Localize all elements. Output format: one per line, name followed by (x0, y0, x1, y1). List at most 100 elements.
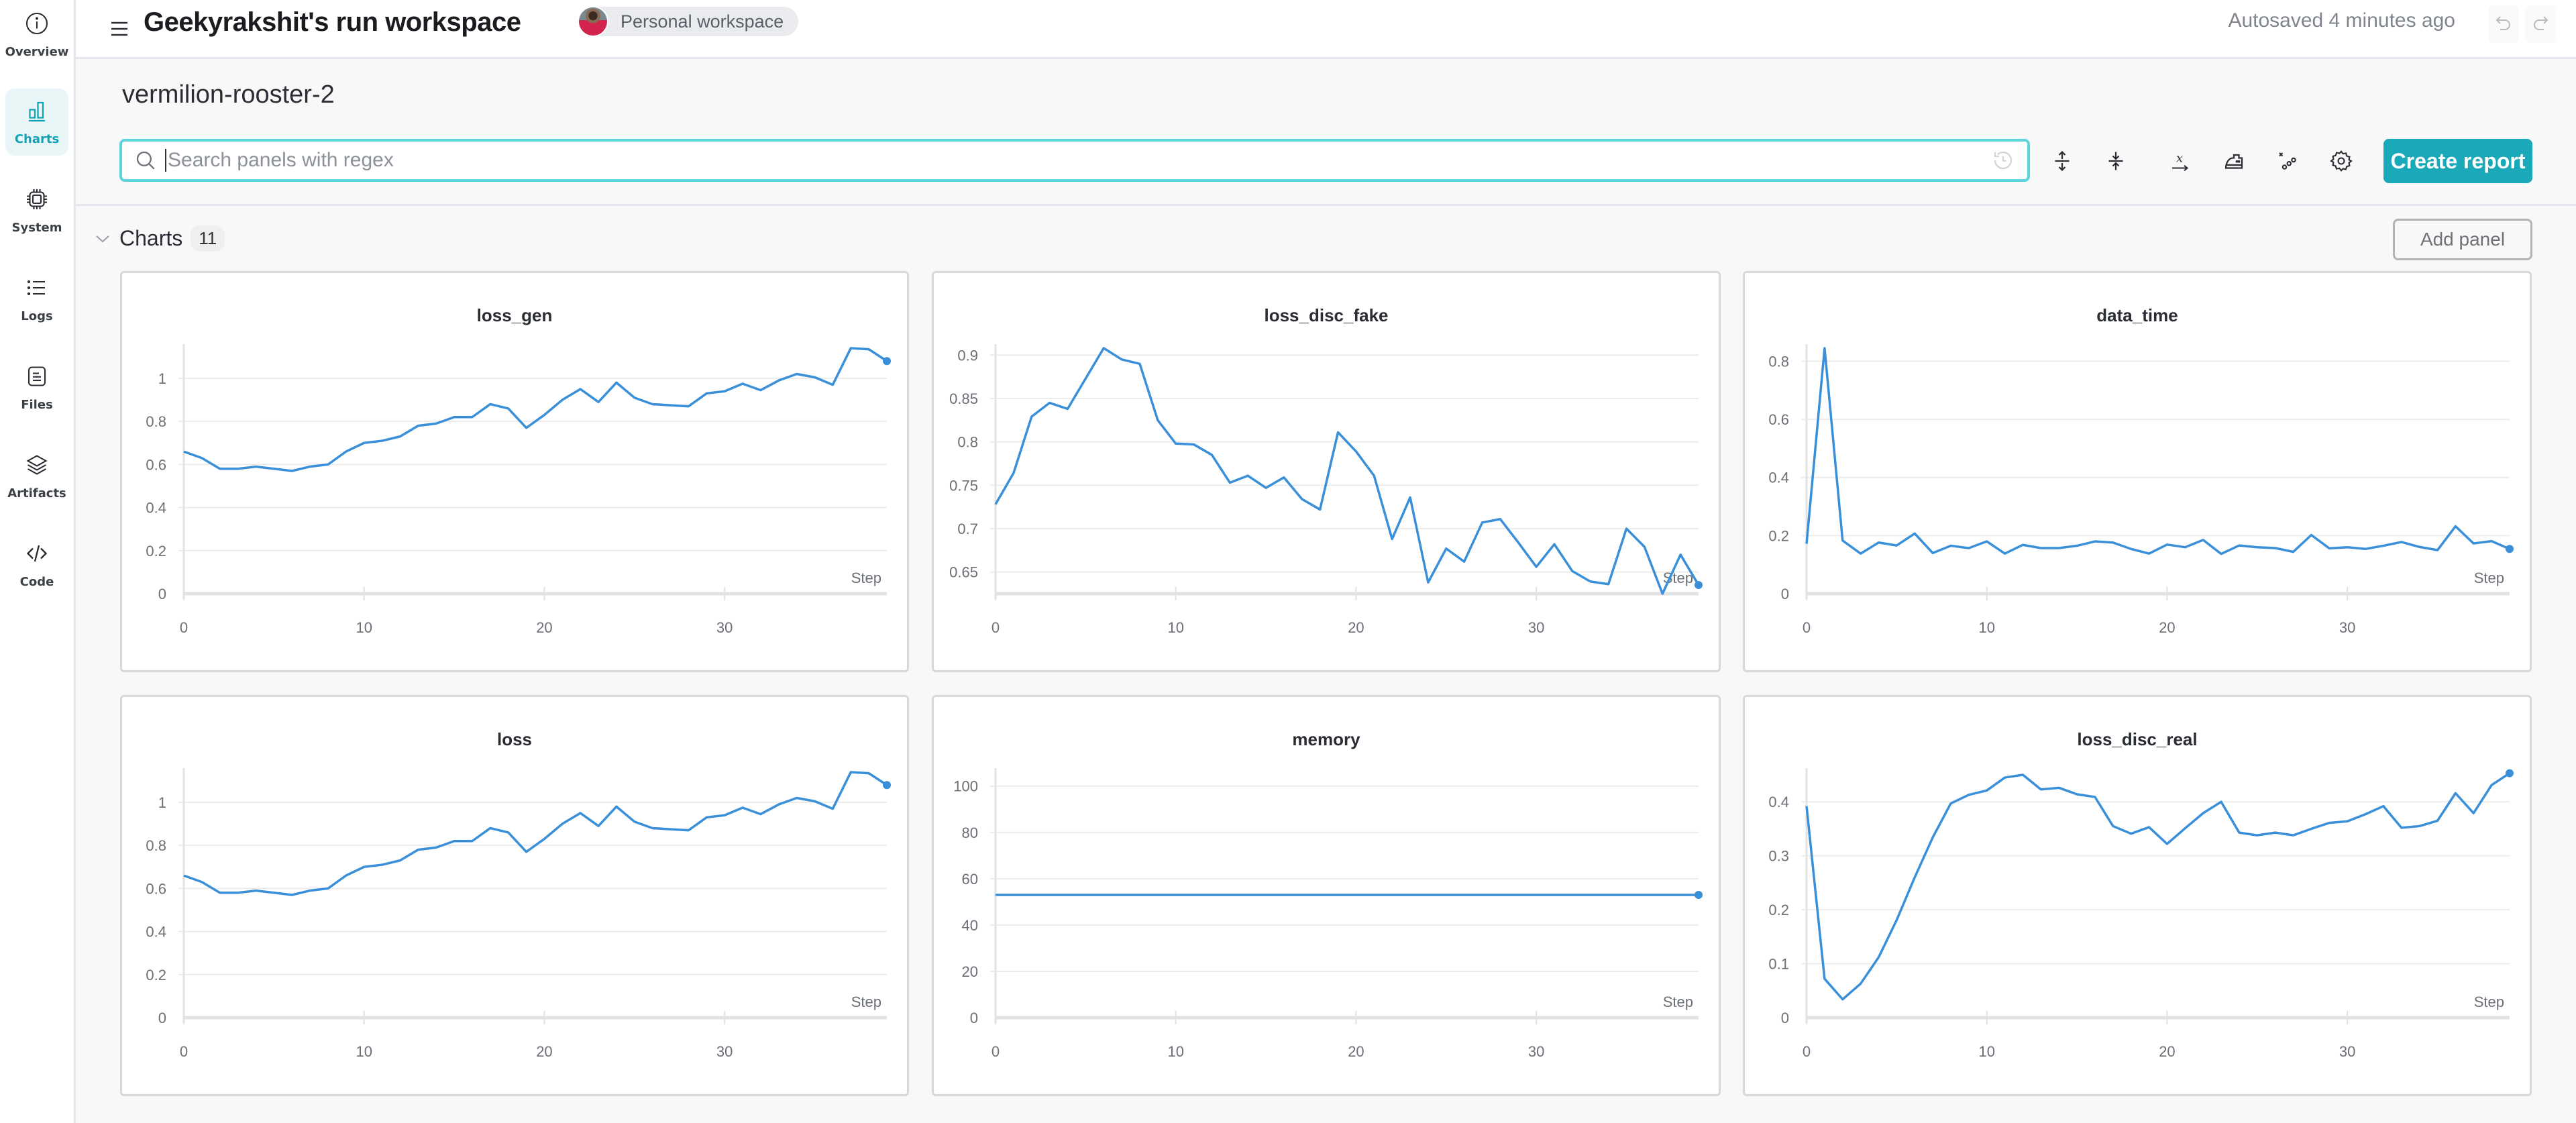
sidebar-item-label: Code (19, 574, 54, 589)
y-tick-label: 20 (962, 963, 978, 980)
expand-vertical-icon (2055, 150, 2070, 172)
y-tick-label: 60 (962, 871, 978, 888)
x-tick-label: 10 (1978, 619, 1994, 636)
y-tick-label: 1 (158, 370, 166, 387)
x-axis-label: Step (851, 570, 881, 586)
y-tick-label: 40 (962, 917, 978, 934)
chart-panel-loss-disc-fake[interactable]: loss_disc_fake 0.65 0.7 0.75 0.8 0.85 0.9 0 10 20… (932, 271, 1721, 672)
bar-chart-icon (29, 101, 45, 121)
x-tick-label: 0 (991, 619, 1000, 636)
y-tick-label: 0.9 (957, 347, 978, 364)
sidebar-item-label: Files (21, 397, 53, 412)
y-tick-label: 0.75 (949, 477, 978, 494)
x-tick-label: 20 (1348, 619, 1364, 636)
charts-section-header[interactable]: Charts 11 (94, 225, 225, 252)
x-axis-button[interactable]: x (2161, 142, 2199, 180)
y-tick-label: 0.8 (957, 434, 978, 451)
list-icon (27, 280, 45, 295)
x-tick-label: 10 (356, 1043, 372, 1060)
workspace-chip[interactable]: Personal workspace (578, 6, 799, 37)
x-tick-label: 30 (1528, 1043, 1544, 1060)
x-tick-label: 10 (1167, 619, 1183, 636)
expand-panels-button[interactable] (2043, 142, 2081, 180)
collapse-vertical-icon (2108, 152, 2123, 170)
sidebar-item-charts[interactable]: Charts (5, 89, 68, 156)
x-axis-icon: x (2172, 152, 2189, 172)
y-tick-label: 0.4 (1768, 470, 1789, 486)
y-tick-label: 0 (1781, 586, 1789, 602)
sidebar-item-code[interactable]: Code (5, 531, 68, 598)
sidebar-item-system[interactable]: System (5, 177, 68, 244)
top-header: Geekyrakshit's run workspace Personal wo… (76, 0, 2576, 59)
line-chart: data_time 0 0.2 0.4 0.6 0.8 0 10 20 30 Step (1768, 305, 2514, 636)
divider (76, 204, 2576, 206)
chart-panel-loss-disc-real[interactable]: loss_disc_real 0 0.1 0.2 0.3 0.4 0 10 20 30 Step (1743, 695, 2532, 1096)
create-report-button[interactable]: Create report (2383, 139, 2532, 183)
chevron-down-icon[interactable] (94, 233, 111, 245)
x-tick-label: 30 (716, 619, 733, 636)
x-tick-label: 20 (536, 619, 552, 636)
chart-title: loss_gen (477, 305, 553, 325)
sidebar-item-files[interactable]: Files (5, 354, 68, 421)
y-tick-label: 80 (962, 824, 978, 841)
last-point-marker (883, 357, 891, 366)
settings-gear-icon (2330, 150, 2353, 172)
chart-title: data_time (2096, 305, 2178, 325)
x-tick-label: 20 (2159, 1043, 2175, 1060)
x-axis-label: Step (2474, 570, 2504, 586)
chart-panel-loss-gen[interactable]: loss_gen 0 0.2 0.4 0.6 0.8 1 0 10 20 30 Step (120, 271, 909, 672)
smoothing-button[interactable] (2215, 142, 2253, 180)
y-tick-label: 0 (158, 586, 166, 602)
search-icon (136, 151, 155, 170)
last-point-marker (2506, 545, 2514, 553)
chart-panel-data-time[interactable]: data_time 0 0.2 0.4 0.6 0.8 0 10 20 30 Step (1743, 271, 2532, 672)
workspace-label: Personal workspace (621, 11, 784, 32)
x-tick-label: 20 (536, 1043, 552, 1060)
y-tick-label: 0.65 (949, 564, 978, 581)
svg-text:x: x (2176, 152, 2183, 166)
search-input[interactable] (165, 149, 1991, 172)
sidebar-item-overview[interactable]: Overview (5, 1, 68, 68)
workspace-title: Geekyrakshit's run workspace (144, 7, 521, 37)
outliers-button[interactable] (2269, 142, 2306, 180)
sidebar-item-label: Logs (21, 309, 53, 323)
chart-panel-memory[interactable]: memory 0 20 40 60 80 100 0 10 20 30 Step (932, 695, 1721, 1096)
search-panels-field[interactable] (119, 139, 2030, 182)
info-icon (25, 12, 48, 34)
y-tick-label: 0.8 (1768, 353, 1789, 370)
y-tick-label: 0.6 (146, 456, 166, 473)
sidebar-item-artifacts[interactable]: Artifacts (5, 443, 68, 510)
y-tick-label: 0.8 (146, 413, 166, 430)
x-axis-label: Step (851, 994, 881, 1010)
sidebar-item-logs[interactable]: Logs (5, 266, 68, 333)
x-tick-label: 30 (2339, 1043, 2355, 1060)
smoothing-iron-icon (2224, 154, 2243, 169)
menu-button[interactable] (103, 12, 136, 46)
y-tick-label: 1 (158, 794, 166, 811)
redo-button[interactable] (2525, 5, 2556, 43)
chart-panel-loss[interactable]: loss 0 0.2 0.4 0.6 0.8 1 0 10 20 30 Step (120, 695, 909, 1096)
settings-button[interactable] (2322, 142, 2360, 180)
sidebar-item-label: Artifacts (7, 486, 66, 500)
x-tick-label: 20 (1348, 1043, 1364, 1060)
sidebar-item-label: Charts (14, 131, 60, 146)
sidebar-item-label: Overview (5, 44, 69, 59)
y-tick-label: 0.8 (146, 837, 166, 854)
line-chart: memory 0 20 40 60 80 100 0 10 20 30 Step (953, 729, 1703, 1060)
y-tick-label: 100 (953, 778, 978, 795)
layers-icon (26, 454, 48, 475)
avatar (578, 6, 608, 37)
line-chart: loss_disc_fake 0.65 0.7 0.75 0.8 0.85 0.9 0 10 20… (949, 305, 1703, 636)
last-point-marker (1695, 581, 1703, 590)
collapse-panels-button[interactable] (2097, 142, 2135, 180)
series-line (183, 771, 888, 896)
history-icon[interactable] (1991, 148, 2015, 172)
sidebar-item-label: System (11, 220, 62, 235)
x-tick-label: 0 (991, 1043, 1000, 1060)
chart-title: loss (497, 729, 532, 749)
undo-button[interactable] (2488, 5, 2519, 43)
hamburger-icon (111, 21, 127, 36)
y-tick-label: 0.2 (1768, 527, 1789, 544)
x-tick-label: 0 (180, 619, 188, 636)
add-panel-button[interactable]: Add panel (2393, 219, 2532, 260)
